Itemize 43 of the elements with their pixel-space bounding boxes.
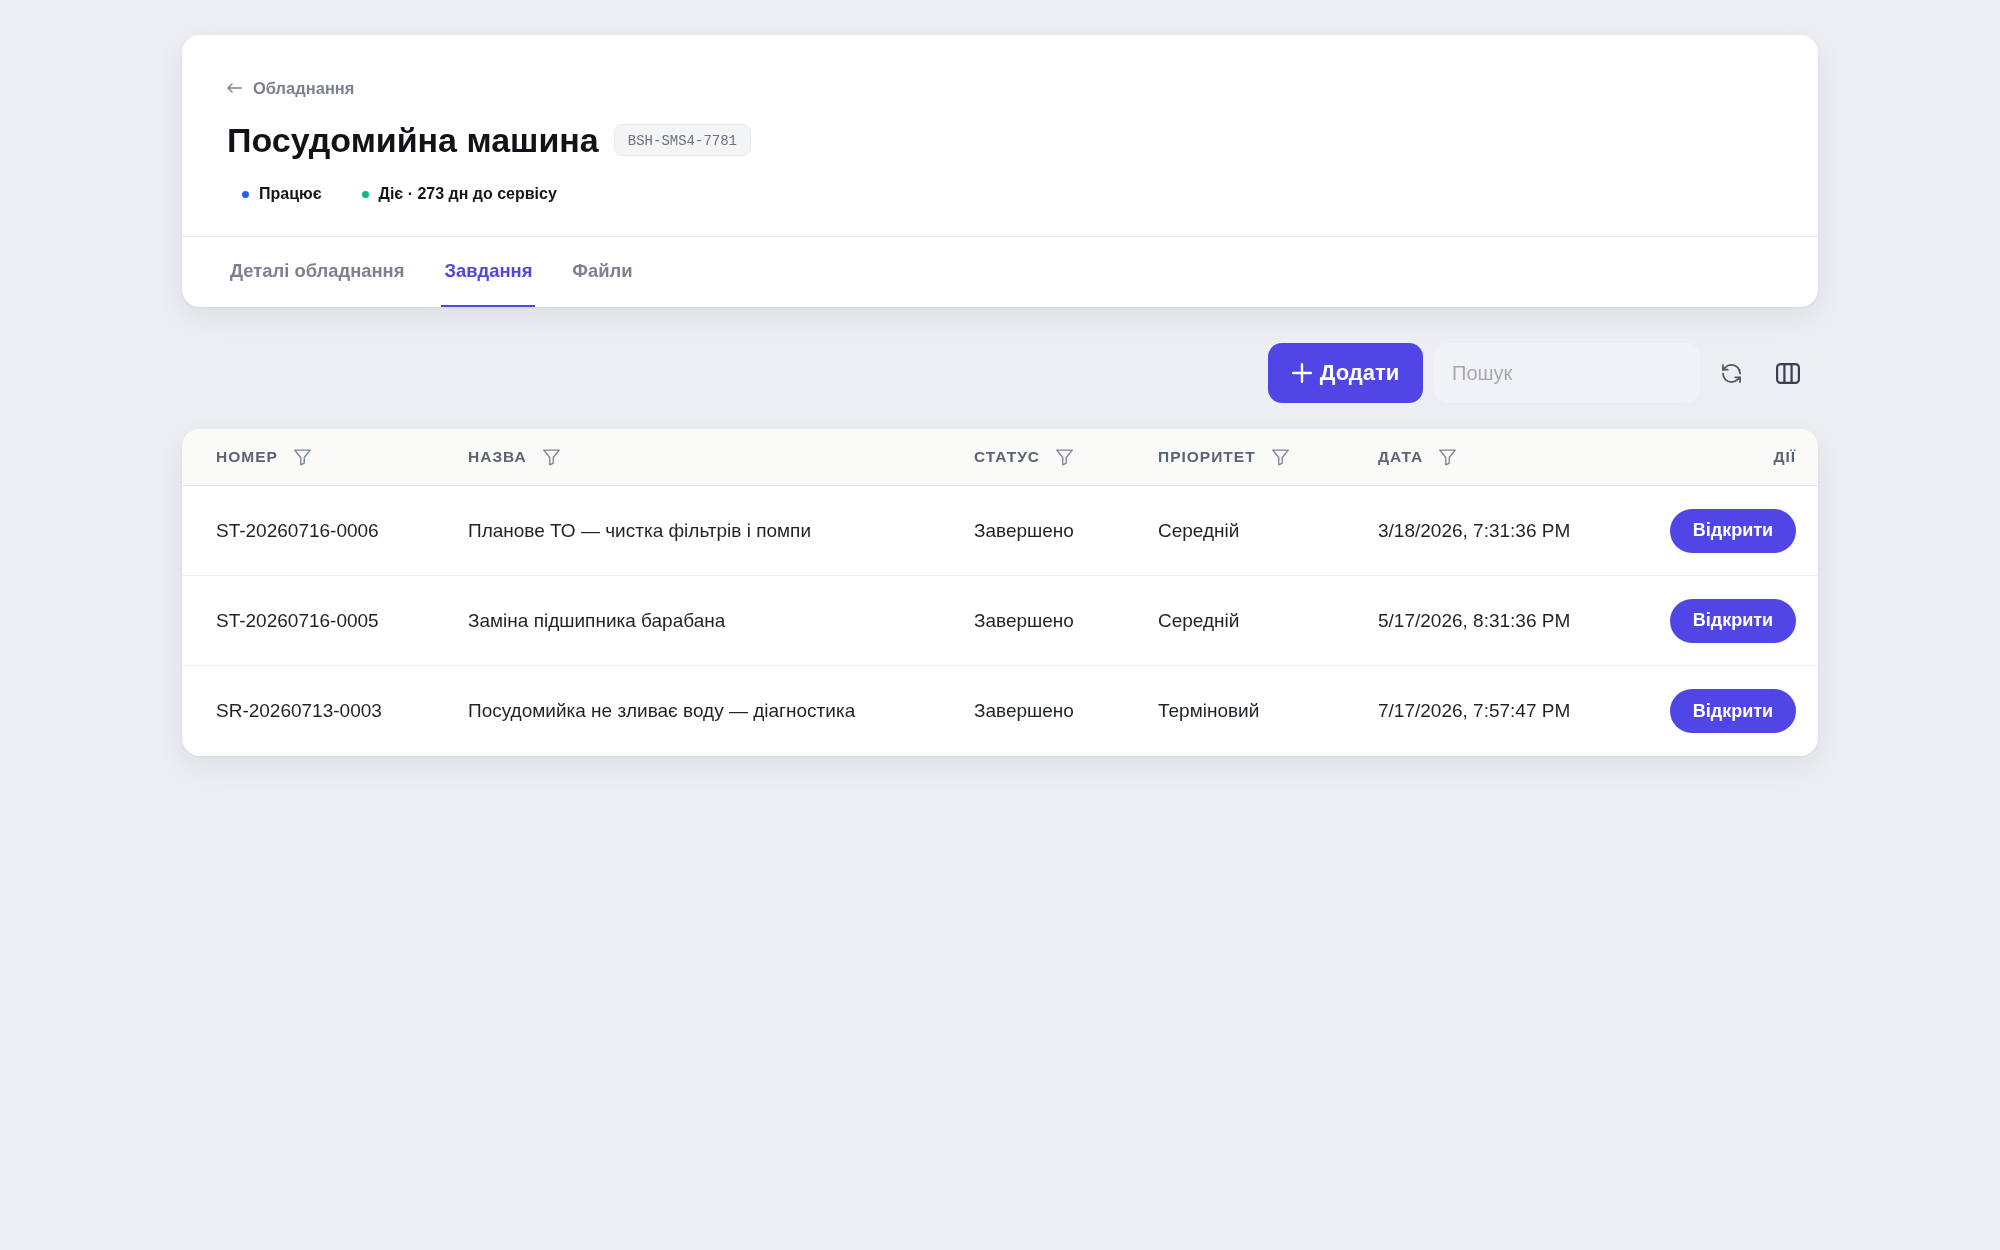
add-button[interactable]: Додати xyxy=(1268,343,1423,403)
table-cell: ST-20260716-0005 xyxy=(216,608,379,633)
tab[interactable]: Завдання xyxy=(441,237,536,307)
filter-icon[interactable] xyxy=(293,448,311,466)
open-button[interactable]: Відкрити xyxy=(1670,598,1796,643)
table-cell: Терміновий xyxy=(1158,699,1260,723)
table-cell: SR-20260713-0003 xyxy=(216,699,382,723)
columns-icon xyxy=(1776,362,1800,384)
tab[interactable]: Деталі обладнання xyxy=(227,237,408,307)
code-badge: BSH-SMS4-7781 xyxy=(613,124,751,156)
status-label: Працює xyxy=(259,184,322,204)
status-label: Діє · 273 дн до сервісу xyxy=(378,184,557,204)
table-cell: Завершено xyxy=(974,699,1074,723)
table-cell: Посудомийка не зливає воду — діагностика xyxy=(468,699,856,723)
table-cell: Завершено xyxy=(974,608,1074,633)
table-cell: Заміна підшипника барабана xyxy=(468,608,726,633)
tab[interactable]: Файли xyxy=(569,237,636,307)
filter-icon[interactable] xyxy=(1056,448,1074,466)
table-cell: Середній xyxy=(1158,518,1240,543)
column-header: ДАТА xyxy=(1378,447,1424,467)
table-cell: Планове ТО — чистка фільтрів і помпи xyxy=(468,518,811,543)
table-cell: Завершено xyxy=(974,518,1074,543)
table-cell: 7/17/2026, 7:57:47 PM xyxy=(1378,699,1571,723)
refresh-icon xyxy=(1721,363,1741,383)
back-link[interactable]: Обладнання xyxy=(227,77,355,99)
plus-icon xyxy=(1291,363,1312,383)
column-header: ДІЇ xyxy=(1773,447,1796,467)
table-cell: 5/17/2026, 8:31:36 PM xyxy=(1378,608,1571,633)
table-cell: 3/18/2026, 7:31:36 PM xyxy=(1378,518,1571,543)
open-button[interactable]: Відкрити xyxy=(1670,689,1796,733)
column-header: НОМЕР xyxy=(216,447,278,467)
filter-icon[interactable] xyxy=(1439,448,1457,466)
open-button[interactable]: Відкрити xyxy=(1670,508,1796,553)
table-cell: ST-20260716-0006 xyxy=(216,518,379,543)
column-header: СТАТУС xyxy=(974,447,1041,467)
column-header: НАЗВА xyxy=(468,447,527,467)
arrow-left-icon xyxy=(227,83,242,93)
search-field[interactable]: Пошук xyxy=(1434,343,1700,403)
filter-icon[interactable] xyxy=(1271,448,1289,466)
column-header: ПРІОРИТЕТ xyxy=(1158,447,1256,467)
page-title: Посудомийна машина xyxy=(227,120,599,161)
table-cell: Середній xyxy=(1158,608,1240,633)
filter-icon[interactable] xyxy=(542,448,560,466)
